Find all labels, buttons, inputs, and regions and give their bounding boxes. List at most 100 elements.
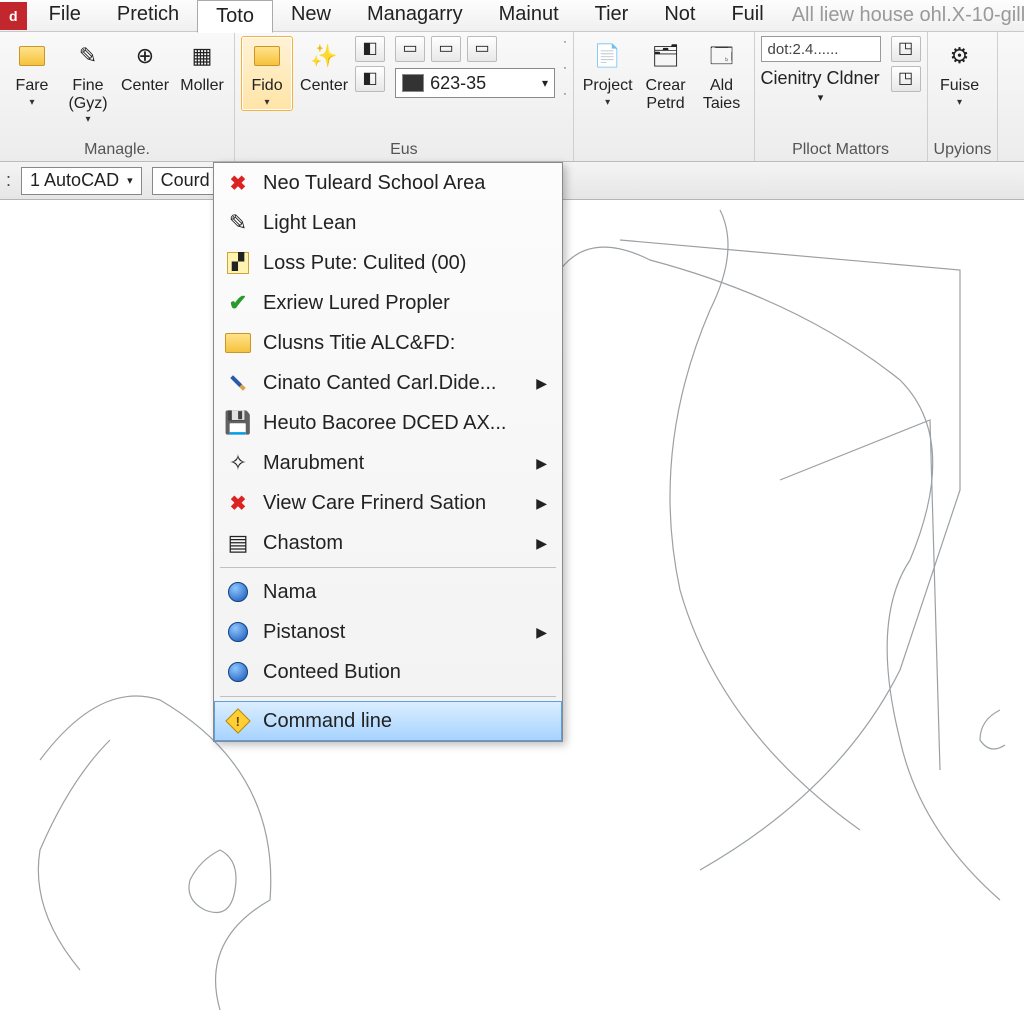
prop-mini-1[interactable]: ◳	[891, 66, 921, 92]
brush-icon: ✎	[71, 39, 105, 73]
dropdown-arrow-icon: ▾	[605, 97, 610, 108]
ribbon-button-label: Fine (Gyz)	[68, 77, 107, 112]
tiny-dot: ·	[563, 88, 567, 110]
submenu-arrow-icon: ▶	[536, 375, 547, 392]
window-title-extra: All liew house ohl.X-10-gill	[782, 0, 1024, 31]
style-mini-1[interactable]: ▭	[431, 36, 461, 62]
ribbon-button-label: Center	[300, 77, 348, 95]
ribbon-button-label: Project	[583, 77, 633, 95]
menu-item-view-care-frinerd-sation[interactable]: ✖View Care Frinerd Sation▶	[214, 483, 562, 523]
mini-button-0[interactable]: ◧	[355, 36, 385, 62]
coord-field[interactable]: Courd	[152, 167, 219, 195]
ribbon-fine-button[interactable]: ✎Fine (Gyz)▾	[62, 36, 114, 128]
note-icon: ▞	[225, 250, 251, 276]
sparkle-icon: ✧	[225, 450, 251, 476]
ribbon-group-label: Managle.	[6, 139, 228, 159]
menu-item-command-line[interactable]: Command line	[214, 701, 562, 741]
coord-field-value: Courd	[161, 170, 210, 191]
prop-mini-0[interactable]: ◳	[891, 36, 921, 62]
menu-pretich[interactable]: Pretich	[99, 0, 197, 32]
menu-item-label: Pistanost	[263, 621, 345, 644]
chevron-down-icon: ▾	[761, 91, 881, 104]
menu-item-label: Command line	[263, 710, 392, 733]
folder-icon	[15, 39, 49, 73]
ribbon-fido-button[interactable]: Fido▾	[241, 36, 293, 111]
menu-item-light-lean[interactable]: ✎Light Lean	[214, 203, 562, 243]
tiny-dot: ·	[563, 36, 567, 58]
submenu-arrow-icon: ▶	[536, 535, 547, 552]
ribbon-fuise-button[interactable]: ⚙Fuise▾	[934, 36, 986, 111]
ribbon-project-button[interactable]: 📄Project▾	[580, 36, 636, 111]
wizard-icon: ✨	[307, 39, 341, 73]
blue-ball-arrow-icon	[225, 659, 251, 685]
submenu-arrow-icon: ▶	[536, 495, 547, 512]
ribbon-crear-button[interactable]: 🗂Crear Petrd	[640, 36, 692, 115]
menubar: d FilePretichTotoNewManagarryMainutTierN…	[0, 0, 1024, 32]
linetype-combo[interactable]: dot:2.4......	[761, 36, 881, 62]
layer-field[interactable]: 1 AutoCAD ▾	[21, 167, 142, 195]
layer-field-value: 1 AutoCAD	[30, 170, 119, 191]
ribbon-group-label: Eus	[241, 139, 567, 159]
ribbon-button-label: Center	[121, 77, 169, 95]
cienitry-label: Cienitry Cldner	[761, 68, 881, 89]
toto-menu: ✖Neo Tuleard School Area✎Light Lean ▞ Loss…	[213, 162, 563, 742]
grid-icon: ▦	[185, 39, 219, 73]
menu-new[interactable]: New	[273, 0, 349, 32]
menu-separator	[220, 696, 556, 697]
alert-icon	[225, 708, 251, 734]
center-icon: ⊕	[128, 39, 162, 73]
green-check-icon: ✔	[225, 290, 251, 316]
blue-ball-icon	[225, 619, 251, 645]
pencil-icon	[225, 370, 251, 396]
menu-item-label: View Care Frinerd Sation	[263, 492, 486, 515]
menu-item-cinato-canted-carl-dide[interactable]: Cinato Canted Carl.Dide... ▶	[214, 363, 562, 403]
menu-item-label: Cinato Canted Carl.Dide...	[263, 372, 496, 395]
ribbon: Fare▾✎Fine (Gyz)▾⊕Center▦MollerManagle.F…	[0, 32, 1024, 162]
layer-combo[interactable]: 623-35▾	[395, 68, 555, 98]
menu-item-label: Conteed Bution	[263, 661, 401, 684]
menu-item-label: Marubment	[263, 452, 364, 475]
menu-item-marubment[interactable]: ✧Marubment▶	[214, 443, 562, 483]
style-mini-0[interactable]: ▭	[395, 36, 425, 62]
menu-item-exriew-lured-propler[interactable]: ✔Exriew Lured Propler	[214, 283, 562, 323]
menu-item-chastom[interactable]: ▤Chastom▶	[214, 523, 562, 563]
menu-file[interactable]: File	[31, 0, 99, 32]
menu-item-loss-pute-culited-00[interactable]: ▞ Loss Pute: Culited (00)	[214, 243, 562, 283]
dropdown-arrow-icon: ▾	[957, 97, 962, 108]
ribbon-button-label: Fare	[16, 77, 49, 95]
layer-combo-value: 623-35	[430, 73, 486, 94]
style-mini-2[interactable]: ▭	[467, 36, 497, 62]
ribbon-button-label: Fido	[251, 77, 282, 95]
menu-item-pistanost[interactable]: Pistanost▶	[214, 612, 562, 652]
menu-item-label: Neo Tuleard School Area	[263, 172, 485, 195]
gear-icon: ⚙	[943, 39, 977, 73]
stack-icon: 🗂	[649, 39, 683, 73]
ribbon-group-label: Plloct Mattors	[761, 139, 921, 159]
menu-item-heuto-bacoree-dced-ax[interactable]: 💾Heuto Bacoree DCED AX...	[214, 403, 562, 443]
menu-item-label: Nama	[263, 581, 316, 604]
ribbon-group-2: 📄Project▾🗂Crear Petrd🗔Ald Taies	[574, 32, 755, 161]
menu-item-conteed-bution[interactable]: Conteed Bution	[214, 652, 562, 692]
menu-tier[interactable]: Tier	[577, 0, 647, 32]
menu-item-label: Loss Pute: Culited (00)	[263, 252, 466, 275]
ribbon-group-1: Fido▾✨Center◧◧▭▭▭623-35▾···Eus	[235, 32, 574, 161]
ribbon-center-button[interactable]: ✨ Center	[297, 36, 351, 98]
app-logo: d	[0, 2, 27, 30]
folder-icon	[225, 330, 251, 356]
menu-fuil[interactable]: Fuil	[713, 0, 781, 32]
menu-item-nama[interactable]: Nama	[214, 572, 562, 612]
menu-item-clusns-titie-alc-fd[interactable]: Clusns Titie ALC&FD:	[214, 323, 562, 363]
menu-mainut[interactable]: Mainut	[481, 0, 577, 32]
menu-item-neo-tuleard-school-area[interactable]: ✖Neo Tuleard School Area	[214, 163, 562, 203]
menu-toto[interactable]: Toto	[197, 0, 273, 33]
ribbon-fare-button[interactable]: Fare▾	[6, 36, 58, 111]
menu-managarry[interactable]: Managarry	[349, 0, 481, 32]
menu-item-label: Heuto Bacoree DCED AX...	[263, 412, 506, 435]
ribbon-ald-button[interactable]: 🗔Ald Taies	[696, 36, 748, 115]
ribbon-group-3: dot:2.4...... Cienitry Cldner ▾ ◳ ◳ Plloct Ma…	[755, 32, 928, 161]
mini-button-1[interactable]: ◧	[355, 66, 385, 92]
ribbon-moller-button[interactable]: ▦Moller	[176, 36, 228, 98]
ribbon-center-button[interactable]: ⊕ Center	[118, 36, 172, 98]
color-swatch-icon	[402, 74, 424, 92]
menu-not[interactable]: Not	[646, 0, 713, 32]
